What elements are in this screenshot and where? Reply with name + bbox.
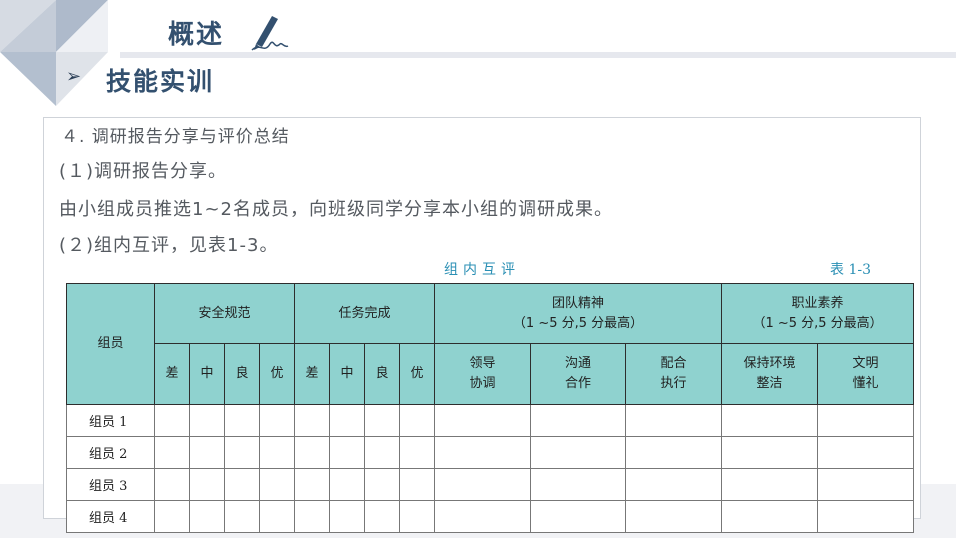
score-cell[interactable]: [224, 436, 260, 469]
score-cell[interactable]: [530, 404, 627, 437]
team-col-header: 领导 协调: [434, 343, 532, 405]
score-cell[interactable]: [721, 436, 819, 469]
member-name: 组员 1: [66, 404, 155, 437]
grade-header: 中: [189, 343, 225, 405]
grade-header: 良: [364, 343, 401, 405]
score-cell[interactable]: [817, 468, 915, 501]
score-cell[interactable]: [530, 436, 627, 469]
arrow-bullet-icon: ➢: [66, 66, 82, 87]
grade-header: 优: [399, 343, 436, 405]
score-cell[interactable]: [434, 436, 532, 469]
group-header-task: 任务完成: [294, 283, 436, 344]
score-cell[interactable]: [625, 404, 723, 437]
score-cell[interactable]: [434, 404, 532, 437]
team-col-header: 沟通 合作: [530, 343, 627, 405]
score-cell[interactable]: [224, 500, 260, 533]
score-cell[interactable]: [721, 404, 819, 437]
score-cell[interactable]: [329, 436, 366, 469]
score-cell[interactable]: [399, 468, 436, 501]
score-cell[interactable]: [530, 468, 627, 501]
score-cell[interactable]: [189, 468, 225, 501]
section-subtitle: 技能实训: [106, 67, 215, 96]
score-cell[interactable]: [189, 404, 225, 437]
member-name: 组员 3: [66, 468, 155, 501]
grade-header: 中: [329, 343, 366, 405]
score-cell[interactable]: [189, 436, 225, 469]
score-cell[interactable]: [294, 500, 331, 533]
score-cell[interactable]: [258, 500, 296, 533]
grade-header: 差: [154, 343, 190, 405]
score-cell[interactable]: [434, 468, 532, 501]
member-name: 组员 2: [66, 436, 155, 469]
score-cell[interactable]: [364, 500, 401, 533]
score-cell[interactable]: [364, 404, 401, 437]
group-header-safety: 安全规范: [153, 283, 296, 344]
score-cell[interactable]: [817, 404, 915, 437]
prof-col-header: 文明 懂礼: [817, 343, 915, 405]
header-stripe: [120, 52, 956, 58]
score-cell[interactable]: [258, 404, 296, 437]
score-cell[interactable]: [154, 436, 190, 469]
pen-writing-icon: [251, 16, 289, 51]
table-row: 组员 3: [66, 468, 915, 501]
score-cell[interactable]: [329, 404, 366, 437]
score-cell[interactable]: [530, 500, 627, 533]
score-cell[interactable]: [364, 468, 401, 501]
score-cell[interactable]: [154, 500, 190, 533]
content-line-2: (１)调研报告分享。: [59, 161, 228, 182]
content-line-1: ４. 调研报告分享与评价总结: [61, 127, 290, 147]
member-name: 组员 4: [66, 500, 155, 533]
grade-header: 差: [294, 343, 331, 405]
table-row: 组员 1: [66, 404, 915, 437]
content-line-4: (２)组内互评，见表1-3。: [59, 235, 279, 256]
table-row: 组员 2: [66, 436, 915, 469]
page-title: 概述: [168, 20, 225, 50]
score-cell[interactable]: [258, 436, 296, 469]
team-col-header: 配合 执行: [625, 343, 723, 405]
grade-header: 良: [224, 343, 260, 405]
group-header-team: 团队精神 （1 ~5 分,5 分最高）: [434, 283, 723, 344]
table-number: 表 1-3: [830, 262, 871, 278]
score-cell[interactable]: [817, 500, 915, 533]
score-cell[interactable]: [154, 468, 190, 501]
score-cell[interactable]: [399, 404, 436, 437]
score-cell[interactable]: [434, 500, 532, 533]
score-cell[interactable]: [294, 468, 331, 501]
score-cell[interactable]: [364, 436, 401, 469]
content-line-3: 由小组成员推选1~2名成员，向班级同学分享本小组的调研成果。: [59, 199, 613, 220]
score-cell[interactable]: [625, 500, 723, 533]
table-row: 组员 4: [66, 500, 915, 533]
member-rows: 组员 1 组员 2 组员 3 组员 4: [66, 404, 915, 533]
score-cell[interactable]: [399, 436, 436, 469]
score-cell[interactable]: [224, 468, 260, 501]
score-cell[interactable]: [817, 436, 915, 469]
score-cell[interactable]: [721, 468, 819, 501]
score-cell[interactable]: [329, 468, 366, 501]
score-cell[interactable]: [224, 404, 260, 437]
score-cell[interactable]: [625, 436, 723, 469]
table-caption: 组内互评: [444, 262, 520, 278]
prof-col-header: 保持环境 整洁: [721, 343, 819, 405]
score-cell[interactable]: [154, 404, 190, 437]
member-header: 组员: [66, 283, 155, 405]
score-cell[interactable]: [625, 468, 723, 501]
evaluation-table: 组员 安全规范 任务完成 团队精神 （1 ~5 分,5 分最高） 职业素养 （1 ~…: [66, 283, 915, 533]
score-cell[interactable]: [399, 500, 436, 533]
score-cell[interactable]: [294, 436, 331, 469]
score-cell[interactable]: [189, 500, 225, 533]
score-cell[interactable]: [294, 404, 331, 437]
score-cell[interactable]: [329, 500, 366, 533]
score-cell[interactable]: [721, 500, 819, 533]
score-cell[interactable]: [258, 468, 296, 501]
grade-header: 优: [258, 343, 296, 405]
group-header-professional: 职业素养 （1 ~5 分,5 分最高）: [721, 283, 915, 344]
